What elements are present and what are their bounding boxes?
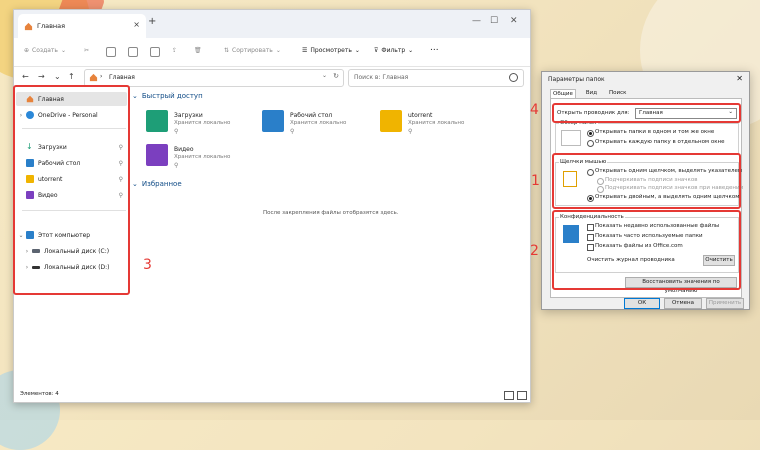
close-icon[interactable]: ✕ xyxy=(736,74,743,83)
rename-icon[interactable] xyxy=(150,47,160,57)
item-name: utorrent xyxy=(408,112,433,119)
highlight-box xyxy=(552,210,741,290)
filter-button[interactable]: ⊽ Фильтр ⌄ xyxy=(374,47,413,54)
view-button[interactable]: ☰ Просмотреть ⌄ xyxy=(302,47,360,54)
section-title: Избранное xyxy=(141,180,182,188)
folder-icon xyxy=(380,110,402,132)
create-button[interactable]: ⊕ Создать ⌄ xyxy=(24,47,66,54)
quick-access-item[interactable]: Загрузки Хранится локально ⚲ xyxy=(146,110,256,140)
folder-window-illustration xyxy=(561,130,581,146)
back-arrow-icon[interactable]: ← xyxy=(22,72,29,81)
home-icon xyxy=(89,73,98,82)
item-status: Хранится локально xyxy=(174,120,231,126)
ok-button[interactable]: ОК xyxy=(624,298,660,309)
quick-access-item[interactable]: Рабочий стол Хранится локально ⚲ xyxy=(262,110,372,140)
view-icon: ☰ xyxy=(302,47,308,54)
item-count: Элементов: 4 xyxy=(20,391,59,397)
minimize-button[interactable]: — xyxy=(472,16,481,26)
pin-icon: ⚲ xyxy=(174,128,179,135)
chevron-right-icon: › xyxy=(100,73,103,80)
step-marker: 4 xyxy=(530,102,539,118)
address-text: Главная xyxy=(109,74,135,81)
tab-general[interactable]: Общие xyxy=(550,89,576,98)
forward-arrow-icon[interactable]: → xyxy=(38,72,45,81)
chevron-down-icon: ⌄ xyxy=(275,47,281,54)
cancel-button[interactable]: Отмена xyxy=(664,298,702,309)
tab-view[interactable]: Вид xyxy=(584,89,599,98)
pin-icon: ⚲ xyxy=(174,162,179,169)
details-view-icon[interactable] xyxy=(504,391,514,400)
close-tab-icon[interactable]: × xyxy=(133,20,140,29)
status-bar: Элементов: 4 xyxy=(14,388,530,402)
new-tab-button[interactable]: + xyxy=(148,16,156,27)
command-bar: ⊕ Создать ⌄ ✂ ⇪ 🗑 ⇅ Сортировать ⌄ ☰ Просмотре… xyxy=(14,38,530,67)
more-options-button[interactable]: ... xyxy=(430,43,439,53)
dialog-title: Параметры папок xyxy=(548,76,605,83)
radio-label: Открывать папки в одном и том же окне xyxy=(595,129,715,135)
tab-search[interactable]: Поиск xyxy=(607,89,628,98)
content-pane: ⌄ Быстрый доступ Загрузки Хранится локал… xyxy=(132,88,528,378)
item-name: Видео xyxy=(174,146,194,153)
step-marker: 2 xyxy=(530,243,539,259)
copy-icon[interactable] xyxy=(106,47,116,57)
filter-label: Фильтр xyxy=(381,47,406,54)
quick-access-item[interactable]: Видео Хранится локально ⚲ xyxy=(146,144,256,174)
item-status: Хранится локально xyxy=(290,120,347,126)
sort-icon: ⇅ xyxy=(224,47,230,54)
tiles-view-icon[interactable] xyxy=(517,391,527,400)
radio-new-window[interactable] xyxy=(587,140,594,147)
apply-button[interactable]: Применить xyxy=(706,298,744,309)
home-icon xyxy=(24,22,33,31)
search-placeholder: Поиск в: Главная xyxy=(354,74,409,81)
highlight-box xyxy=(13,85,130,295)
sort-button[interactable]: ⇅ Сортировать ⌄ xyxy=(224,47,281,54)
chevron-down-icon[interactable]: ⌄ xyxy=(54,72,61,81)
create-label: Создать xyxy=(32,47,58,54)
search-icon xyxy=(509,73,518,82)
search-input[interactable]: Поиск в: Главная xyxy=(348,69,524,87)
pin-icon: ⚲ xyxy=(290,128,295,135)
favorites-empty-message: После закрепления файлы отобразятся здес… xyxy=(263,210,399,216)
item-name: Рабочий стол xyxy=(290,112,333,119)
chevron-down-icon[interactable]: ⌄ xyxy=(322,72,327,79)
radio-label: Открывать каждую папку в отдельном окне xyxy=(595,139,725,145)
cut-icon[interactable]: ✂ xyxy=(84,47,89,54)
dialog-tabs: Общие Вид Поиск xyxy=(550,89,628,98)
radio-same-window[interactable] xyxy=(587,130,594,137)
title-bar: Главная × + — ☐ ✕ xyxy=(14,10,530,38)
highlight-box xyxy=(552,153,741,209)
section-title: Быстрый доступ xyxy=(141,92,203,100)
section-header-favorites[interactable]: ⌄ Избранное xyxy=(132,180,182,188)
item-name: Загрузки xyxy=(174,112,203,119)
filter-icon: ⊽ xyxy=(374,47,379,54)
tab-label: Главная xyxy=(37,22,66,30)
chevron-down-icon: ⌄ xyxy=(132,92,138,100)
desktop-folder-icon xyxy=(262,110,284,132)
tab-home[interactable]: Главная × xyxy=(18,14,146,38)
pin-icon: ⚲ xyxy=(408,128,413,135)
video-folder-icon xyxy=(146,144,168,166)
share-icon[interactable]: ⇪ xyxy=(172,47,177,54)
step-marker: 1 xyxy=(531,173,540,189)
item-status: Хранится локально xyxy=(408,120,465,126)
sort-label: Сортировать xyxy=(232,47,273,54)
chevron-down-icon: ⌄ xyxy=(60,47,66,54)
maximize-button[interactable]: ☐ xyxy=(490,16,498,26)
section-header-quick-access[interactable]: ⌄ Быстрый доступ xyxy=(132,92,203,100)
plus-icon: ⊕ xyxy=(24,47,30,54)
view-label: Просмотреть xyxy=(310,47,352,54)
refresh-icon[interactable]: ↻ xyxy=(333,72,339,80)
paste-icon[interactable] xyxy=(128,47,138,57)
highlight-box xyxy=(552,103,741,123)
delete-icon[interactable]: 🗑 xyxy=(194,47,202,54)
close-button[interactable]: ✕ xyxy=(510,16,518,26)
item-status: Хранится локально xyxy=(174,154,231,160)
chevron-down-icon: ⌄ xyxy=(132,180,138,188)
download-folder-icon xyxy=(146,110,168,132)
step-marker: 3 xyxy=(143,257,152,273)
chevron-down-icon: ⌄ xyxy=(354,47,360,54)
up-arrow-icon[interactable]: ↑ xyxy=(68,72,75,81)
chevron-down-icon: ⌄ xyxy=(408,47,414,54)
quick-access-item[interactable]: utorrent Хранится локально ⚲ xyxy=(380,110,490,140)
